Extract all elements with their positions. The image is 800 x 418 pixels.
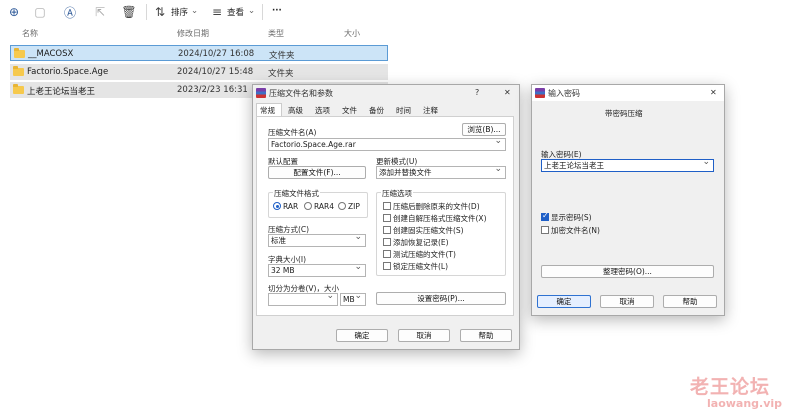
update-mode-select[interactable]: 添加并替换文件 [376,166,506,179]
show-password-checkbox[interactable] [541,211,549,221]
option-label: 创建自解压格式压缩文件(X) [393,214,487,223]
sort-button[interactable]: 排序 [171,6,188,18]
tab-time[interactable]: 时间 [396,105,411,116]
dialog-titlebar[interactable]: 输入密码 ✕ [532,85,724,101]
password-input[interactable]: 上老王论坛当老王 [541,159,714,172]
archive-name-input[interactable]: Factorio.Space.Age.rar [268,138,506,151]
file-date: 2024/10/27 15:48 [177,67,254,77]
cancel-button[interactable]: 取消 [398,329,450,342]
toolbar-divider [146,4,147,20]
option-label: 添加恢复记录(E) [393,238,449,247]
sfx-checkbox[interactable] [383,214,391,222]
watermark-text: 老王论坛 [690,376,771,398]
column-header-size[interactable]: 大小 [344,28,360,40]
tab-options[interactable]: 选项 [315,105,330,116]
tab-files[interactable]: 文件 [342,105,357,116]
file-row[interactable]: __MACOSX 2024/10/27 16:08 文件夹 [10,45,388,61]
column-header-name[interactable]: 名称 [22,28,38,40]
dialog-title: 压缩文件名和参数 [269,89,333,98]
encrypt-names-label: 加密文件名(N) [551,226,600,235]
file-name: 上老王论坛当老王 [27,87,96,97]
recovery-record-checkbox[interactable] [383,238,391,246]
organize-passwords-button[interactable]: 整理密码(O)... [541,265,714,278]
format-rar4-label: RAR4 [314,202,335,211]
option-label: 创建固实压缩文件(S) [393,226,464,235]
toolbar-divider [262,4,263,20]
format-rar-radio[interactable] [273,202,281,210]
tab-backup[interactable]: 备份 [369,105,384,116]
lock-archive-checkbox[interactable] [383,262,391,270]
chevron-down-icon[interactable]: ⌄ [191,6,198,16]
winrar-icon [256,88,266,98]
delete-after-checkbox[interactable] [383,202,391,210]
option-label: 锁定压缩文件(L) [393,262,449,271]
file-name: __MACOSX [28,49,74,59]
option-label: 测试压缩的文件(T) [393,250,456,259]
explorer-toolbar: ⊕ ▢ Ⓐ ⇱ 🗑 ⇅ 排序 ⌄ ≡ 查看 ⌄ ··· [0,0,800,24]
archive-format-label: 压缩文件格式 [273,188,320,199]
test-files-checkbox[interactable] [383,250,391,258]
encrypt-names-checkbox[interactable] [541,226,549,234]
delete-icon[interactable]: 🗑 [121,4,137,20]
dialog-titlebar[interactable]: 压缩文件名和参数 ? ✕ [253,85,519,101]
compression-options-label: 压缩选项 [381,188,413,199]
ok-button[interactable]: 确定 [537,295,591,308]
close-icon[interactable]: ✕ [504,88,511,97]
split-size-input[interactable] [268,293,338,306]
archive-name-label: 压缩文件名(A) [268,128,317,137]
compression-method-select[interactable]: 标准 [268,234,366,247]
view-button[interactable]: 查看 [227,6,244,18]
copy-icon[interactable]: ▢ [32,4,48,20]
cancel-button[interactable]: 取消 [600,295,654,308]
solid-checkbox[interactable] [383,226,391,234]
set-password-button[interactable]: 设置密码(P)... [376,292,506,305]
file-date: 2024/10/27 16:08 [178,49,255,59]
help-icon[interactable]: ? [475,88,479,97]
chevron-down-icon[interactable]: ⌄ [248,6,255,16]
close-icon[interactable]: ✕ [710,88,717,97]
new-icon[interactable]: ⊕ [6,4,22,20]
watermark-url: laowang.vip [707,397,783,410]
file-date: 2023/2/23 16:31 [177,85,248,95]
dictionary-size-select[interactable]: 32 MB [268,264,366,277]
column-header-date[interactable]: 修改日期 [177,28,209,40]
help-button[interactable]: 帮助 [460,329,512,342]
share-icon[interactable]: ⇱ [92,4,108,20]
password-dialog-heading: 带密码压缩 [605,109,643,118]
split-unit-select[interactable]: MB [340,293,366,306]
folder-icon [13,84,24,94]
ok-button[interactable]: 确定 [336,329,388,342]
format-zip-label: ZIP [348,202,360,211]
folder-icon [13,66,24,76]
column-header-type[interactable]: 类型 [268,28,284,40]
file-name: Factorio.Space.Age [27,67,109,77]
tab-advanced[interactable]: 高级 [288,105,303,116]
profiles-button[interactable]: 配置文件(F)... [268,166,366,179]
more-options-button[interactable]: ··· [272,6,282,16]
sort-icon[interactable]: ⇅ [152,4,168,20]
tab-general[interactable]: 常规 [260,105,275,116]
browse-button[interactable]: 浏览(B)... [462,123,506,136]
file-row[interactable]: Factorio.Space.Age 2024/10/27 15:48 文件夹 [10,64,388,80]
dialog-title: 输入密码 [548,89,580,98]
format-zip-radio[interactable] [338,202,346,210]
format-rar-label: RAR [283,202,299,211]
file-type: 文件夹 [269,51,295,61]
view-icon[interactable]: ≡ [209,4,225,20]
help-button[interactable]: 帮助 [663,295,717,308]
show-password-label: 显示密码(S) [551,213,592,222]
rename-icon[interactable]: Ⓐ [62,4,78,20]
format-rar4-radio[interactable] [304,202,312,210]
file-type: 文件夹 [268,69,294,79]
folder-icon [14,48,25,58]
tab-comment[interactable]: 注释 [423,105,438,116]
winrar-icon [535,88,545,98]
option-label: 压缩后删除原来的文件(D) [393,202,480,211]
